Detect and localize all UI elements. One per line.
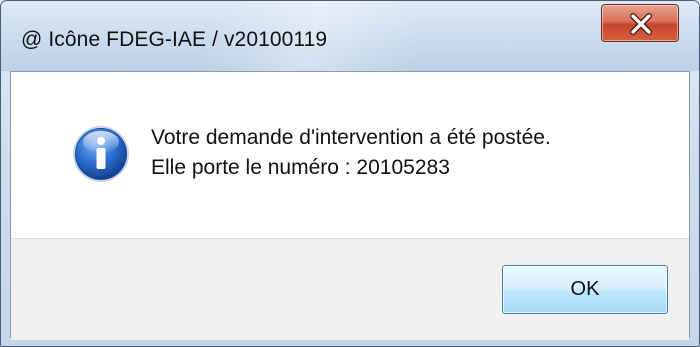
information-icon [73,126,129,182]
title-bar[interactable]: @ Icône FDEG-IAE / v20100119 [1,1,699,71]
dialog-body: Votre demande d'intervention a été posté… [10,71,690,340]
close-button[interactable] [601,4,679,42]
close-x-icon [630,13,652,35]
message-line-2: Elle porte le numéro : 20105283 [151,156,450,179]
button-bar: OK [11,238,689,340]
ok-button[interactable]: OK [502,265,668,314]
window-title: @ Icône FDEG-IAE / v20100119 [21,28,328,51]
message-line-1: Votre demande d'intervention a été posté… [151,126,551,149]
message-dialog: @ Icône FDEG-IAE / v20100119 Votre deman… [0,0,700,347]
message-area: Votre demande d'intervention a été posté… [11,72,689,238]
